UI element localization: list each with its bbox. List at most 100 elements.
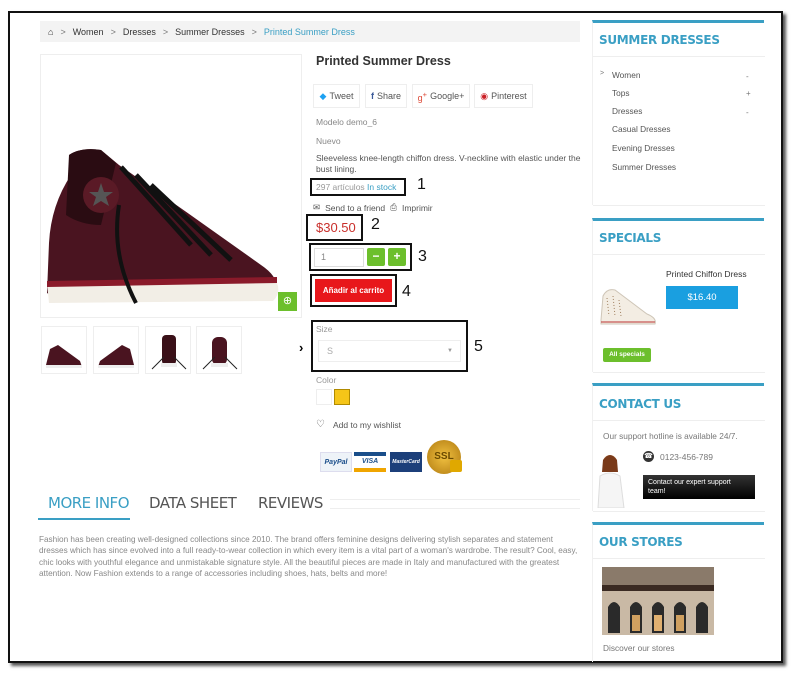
google-plus-button[interactable]: g+ Google+ (412, 84, 470, 108)
annotation-box-5 (311, 320, 468, 372)
divider (593, 372, 765, 373)
annotation-box-1 (310, 178, 406, 196)
breadcrumb-summer-dresses[interactable]: Summer Dresses (175, 27, 245, 37)
store-image[interactable] (602, 567, 714, 635)
divider (593, 205, 765, 206)
contact-support-button[interactable]: Contact our expert support team! (643, 475, 755, 499)
category-toggle-dresses[interactable]: - (746, 108, 749, 117)
product-condition: Nuevo (316, 136, 341, 146)
tab-divider (330, 499, 580, 509)
divider (593, 558, 765, 559)
annotation-number-5: 5 (474, 338, 483, 355)
divider (593, 511, 765, 512)
contact-title: CONTACT US (599, 397, 682, 411)
category-tops[interactable]: Tops (612, 88, 630, 98)
annotation-number-3: 3 (418, 248, 427, 265)
heart-icon: ♡ (316, 419, 325, 430)
breadcrumb-separator: > (162, 26, 169, 37)
share-label: Share (376, 91, 402, 101)
send-to-friend-link[interactable]: Send to a friend (325, 203, 385, 213)
category-summer-dresses[interactable]: Summer Dresses (612, 162, 676, 172)
pointer-arrow-icon: › (299, 340, 304, 355)
product-links: ✉ Send to a friend ⎙ Imprimir (313, 202, 433, 213)
special-product-name[interactable]: Printed Chiffon Dress (666, 269, 747, 279)
color-swatch-yellow[interactable] (334, 389, 350, 405)
share-button[interactable]: f Share (365, 84, 407, 108)
annotation-number-1: 1 (417, 176, 426, 193)
annotation-number-2: 2 (371, 216, 380, 233)
envelope-icon: ✉ (313, 202, 321, 212)
twitter-icon: ◆ (319, 90, 327, 101)
storefront-image (602, 567, 714, 635)
thumbnail-image (98, 345, 134, 368)
tab-reviews[interactable]: REVIEWS (258, 494, 323, 512)
paypal-logo: PayPal (320, 452, 352, 472)
annotation-box-2 (306, 214, 363, 241)
google-plus-label: Google+ (430, 91, 465, 101)
breadcrumb-women[interactable]: Women (73, 27, 104, 37)
stores-title: OUR STORES (599, 535, 683, 549)
annotation-box-4 (310, 274, 397, 307)
product-description: Sleeveless knee-length chiffon dress. V-… (316, 153, 581, 174)
pinterest-icon: ◉ (480, 90, 489, 101)
wishlist-link[interactable]: ♡ Add to my wishlist (316, 419, 401, 430)
breadcrumb-separator: > (60, 26, 66, 37)
printer-icon: ⎙ (390, 202, 397, 212)
color-label: Color (316, 375, 337, 385)
chevron-right-icon: > (600, 70, 605, 77)
thumbnail-1[interactable] (41, 326, 87, 374)
all-specials-button[interactable]: All specials (603, 348, 651, 362)
breadcrumb-current: Printed Summer Dress (263, 26, 355, 37)
tweet-label: Tweet (329, 91, 354, 101)
category-toggle-tops[interactable]: + (746, 89, 751, 98)
annotation-box-3 (309, 243, 412, 271)
product-title: Printed Summer Dress (316, 54, 451, 68)
category-toggle-women[interactable]: - (746, 72, 749, 81)
category-women[interactable]: Women (612, 70, 640, 80)
visa-logo: VISA (354, 452, 386, 472)
agent-illustration (597, 455, 625, 509)
zoom-icon[interactable]: ⊕ (278, 292, 297, 311)
tab-data-sheet[interactable]: DATA SHEET (149, 494, 237, 512)
breadcrumb-dresses[interactable]: Dresses (123, 27, 156, 37)
thumbnail-2[interactable] (93, 326, 139, 374)
support-agent-image (596, 452, 628, 509)
contact-phone[interactable]: 0123-456-789 (660, 452, 713, 462)
tweet-button[interactable]: ◆ Tweet (313, 84, 360, 108)
breadcrumb-separator: > (110, 26, 116, 37)
wishlist-label: Add to my wishlist (332, 419, 401, 430)
category-evening-dresses[interactable]: Evening Dresses (612, 143, 675, 153)
pinterest-label: Pinterest (491, 91, 527, 101)
phone-icon: ☎ (643, 451, 654, 462)
white-sneaker-image (600, 289, 656, 325)
product-model: Modelo demo_6 (316, 117, 377, 127)
thumbnail-3[interactable] (145, 326, 191, 374)
category-casual-dresses[interactable]: Casual Dresses (612, 124, 671, 134)
more-info-text: Fashion has been creating well-designed … (39, 535, 578, 578)
color-swatch-white[interactable] (316, 389, 332, 405)
breadcrumb: ⌂ > Women > Dresses > Summer Dresses > P… (40, 21, 580, 42)
breadcrumb-separator: > (251, 26, 257, 37)
tab-more-info[interactable]: MORE INFO (48, 494, 130, 512)
google-plus-icon: g+ (417, 89, 428, 103)
discover-stores-link[interactable]: Discover our stores (603, 643, 674, 653)
annotation-number-4: 4 (402, 283, 411, 300)
mastercard-logo: MasterCard (390, 452, 422, 472)
categories-title: SUMMER DRESSES (599, 33, 720, 47)
print-link[interactable]: Imprimir (402, 203, 433, 213)
thumbnail-image (202, 337, 238, 370)
sneaker-image (47, 149, 279, 304)
specials-title: SPECIALS (599, 231, 662, 245)
home-icon[interactable]: ⌂ (48, 27, 53, 37)
thumbnail-image (151, 335, 187, 370)
divider (593, 420, 765, 421)
category-dresses[interactable]: Dresses (612, 106, 642, 116)
thumbnail-4[interactable] (196, 326, 242, 374)
facebook-icon: f (370, 91, 374, 101)
special-price: $16.40 (666, 286, 738, 309)
special-product-image[interactable] (597, 282, 661, 328)
thumbnail-image (46, 345, 82, 368)
lock-icon (450, 460, 462, 472)
product-main-image[interactable] (40, 54, 302, 318)
pinterest-button[interactable]: ◉ Pinterest (474, 84, 533, 108)
